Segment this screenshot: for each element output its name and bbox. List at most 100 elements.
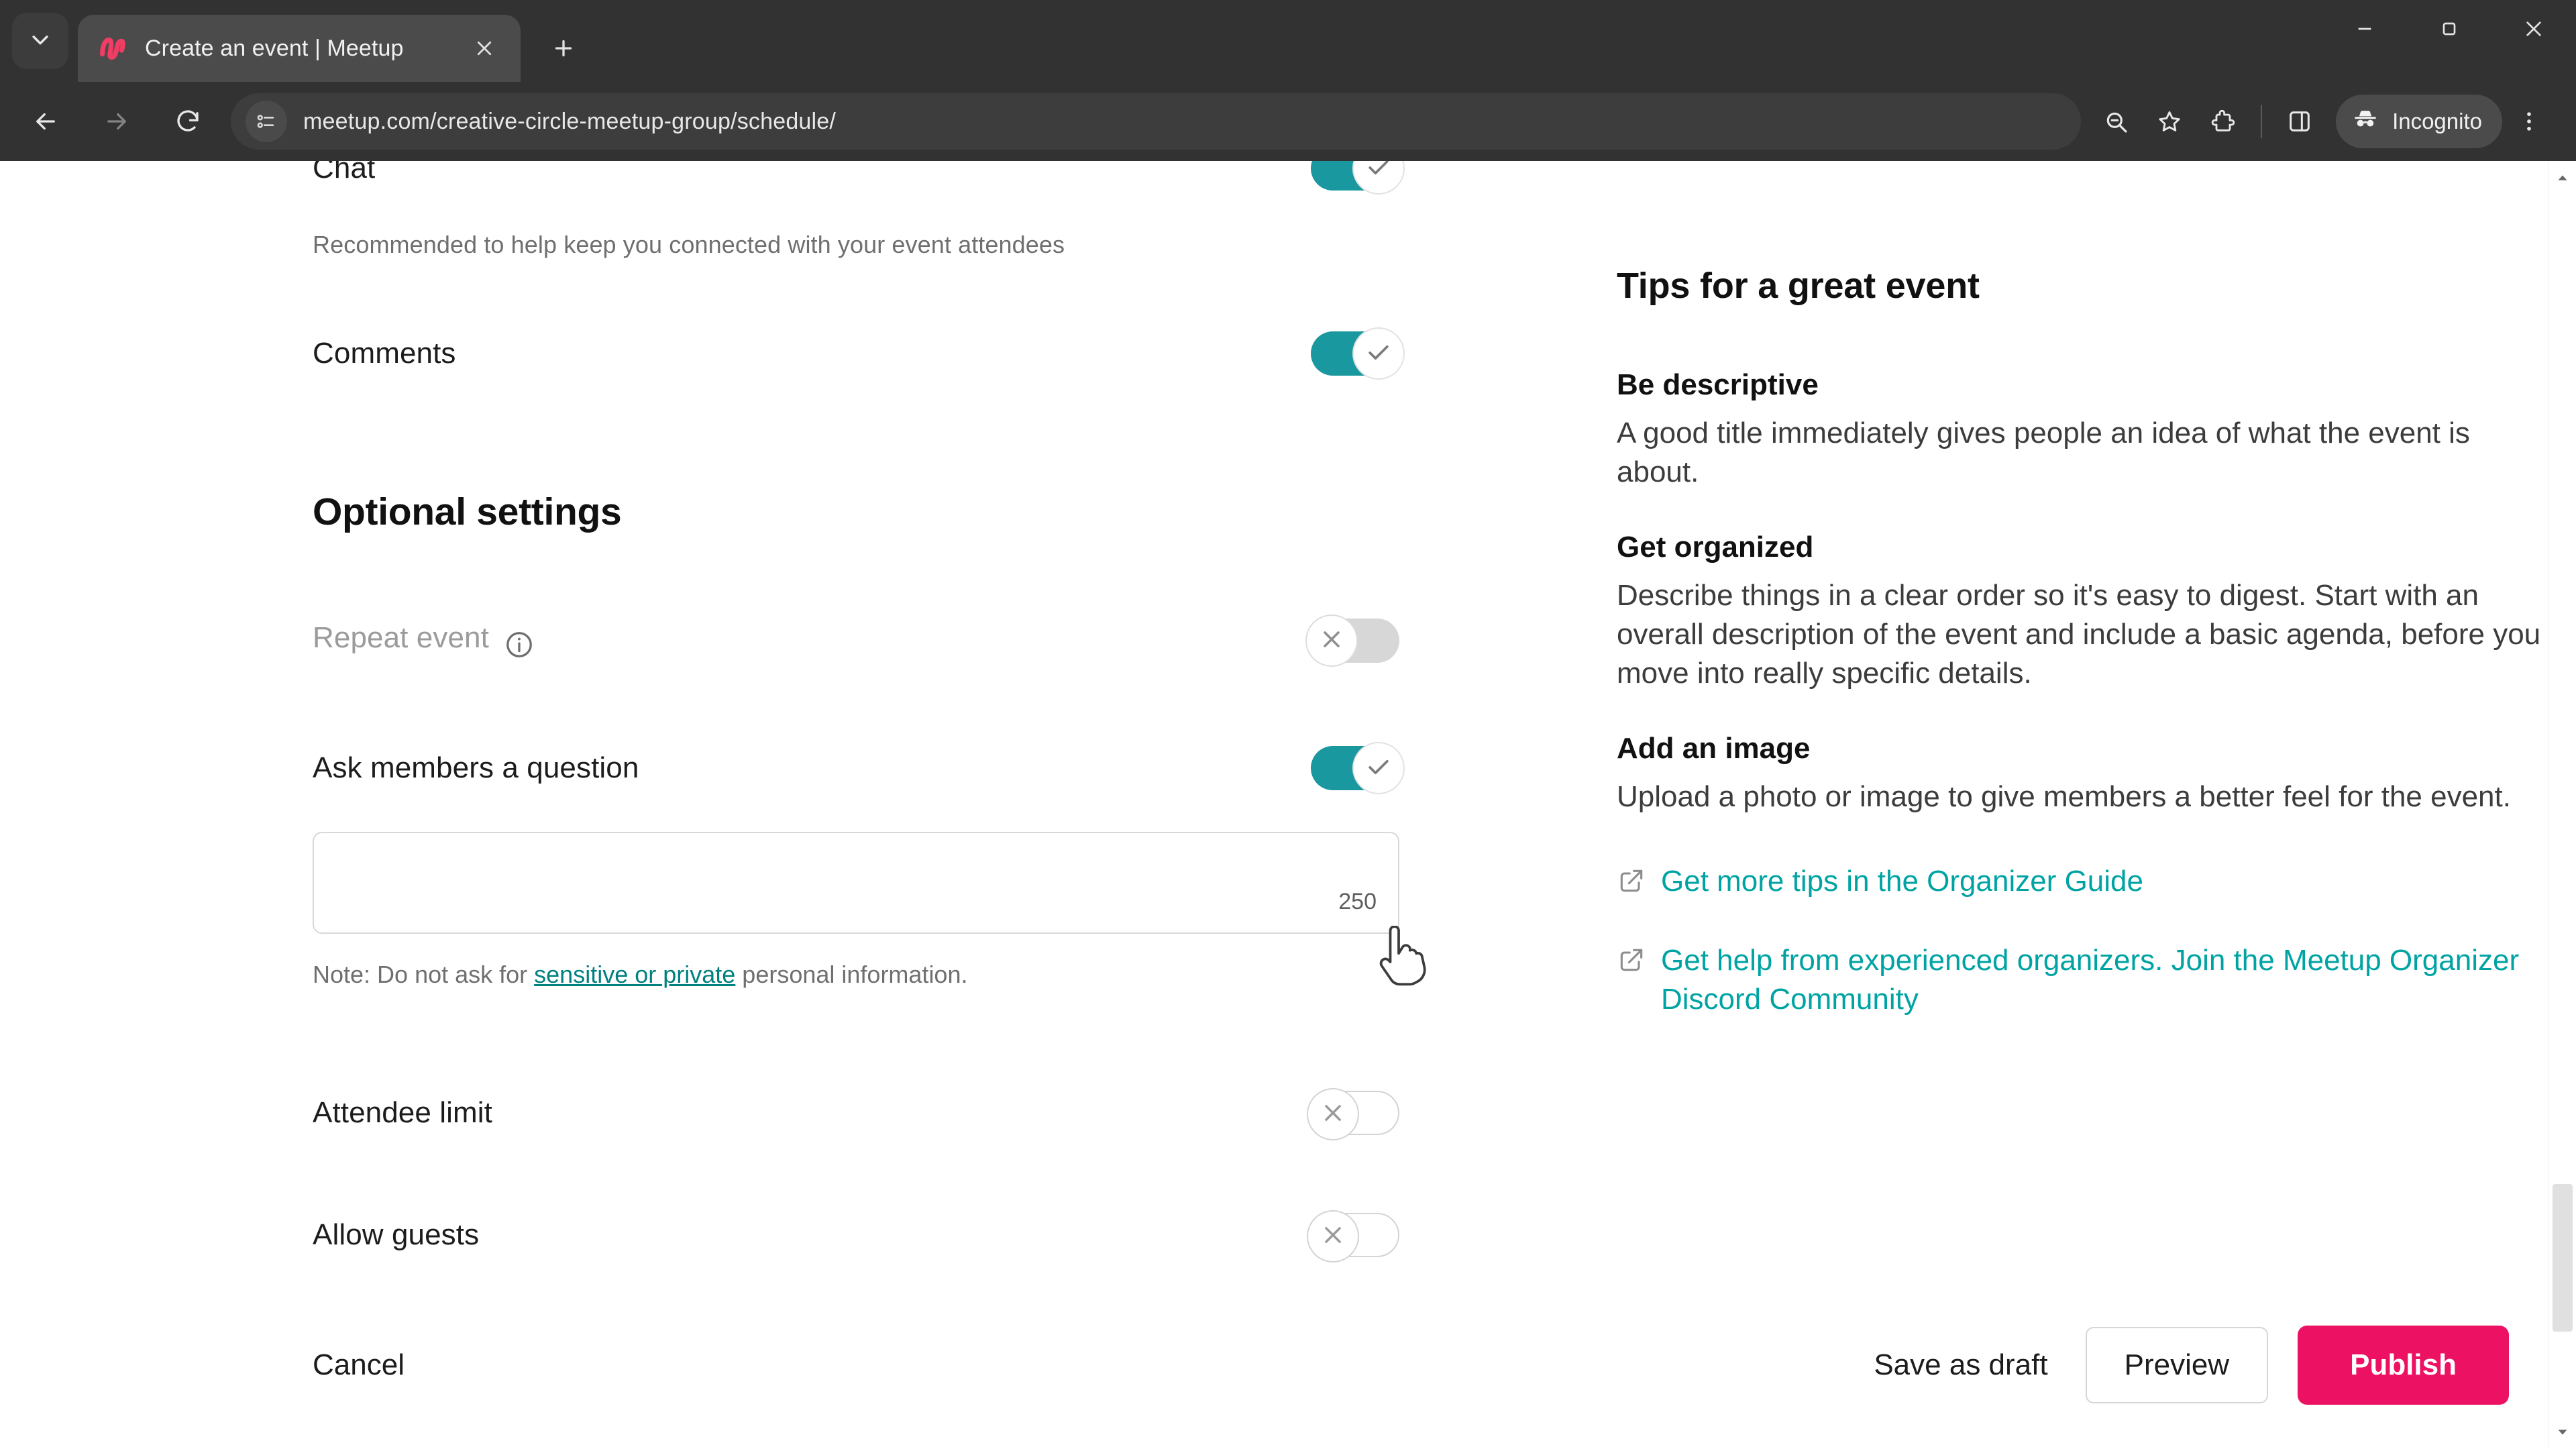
ask-question-row: Ask members a question bbox=[313, 743, 1403, 793]
toggle-knob bbox=[1354, 161, 1403, 193]
tab-title: Create an event | Meetup bbox=[145, 35, 404, 61]
question-textarea-wrapper[interactable]: 250 bbox=[313, 832, 1399, 934]
toggle-knob bbox=[1308, 1089, 1358, 1139]
tip-item: Add an image Upload a photo or image to … bbox=[1617, 732, 2542, 816]
url-text: meetup.com/creative-circle-meetup-group/… bbox=[303, 108, 837, 134]
incognito-icon bbox=[2351, 104, 2392, 139]
check-icon bbox=[1364, 161, 1393, 185]
attendee-limit-row: Attendee limit bbox=[313, 1089, 1399, 1139]
window-close-icon[interactable] bbox=[2491, 0, 2576, 58]
incognito-label: Incognito bbox=[2392, 109, 2482, 133]
comments-toggle[interactable] bbox=[1311, 329, 1403, 378]
organizer-guide-link-text: Get more tips in the Organizer Guide bbox=[1661, 865, 2143, 898]
sensitive-info-link[interactable]: sensitive or private bbox=[534, 961, 735, 988]
reload-icon[interactable] bbox=[160, 93, 216, 150]
repeat-event-label: Repeat event bbox=[313, 621, 489, 655]
ask-question-toggle[interactable] bbox=[1311, 743, 1403, 793]
toggle-knob bbox=[1354, 743, 1403, 793]
three-dot-menu-icon[interactable] bbox=[2502, 95, 2556, 148]
tip-item: Be descriptive A good title immediately … bbox=[1617, 368, 2542, 492]
browser-chrome: Create an event | Meetup meetup.com/crea… bbox=[0, 0, 2576, 161]
optional-settings-heading: Optional settings bbox=[313, 490, 622, 533]
create-event-form: Chat Recommended to help keep you connec… bbox=[0, 161, 2576, 1261]
repeat-event-toggle[interactable] bbox=[1307, 616, 1399, 665]
tip-item: Get organized Describe things in a clear… bbox=[1617, 531, 2542, 693]
toggle-knob bbox=[1354, 329, 1403, 378]
tips-title: Tips for a great event bbox=[1617, 266, 1980, 306]
check-icon bbox=[1364, 752, 1393, 785]
question-input[interactable] bbox=[314, 833, 1398, 932]
scrollbar-thumb[interactable] bbox=[2553, 1184, 2573, 1332]
external-link-icon bbox=[1617, 866, 1646, 906]
back-arrow-icon[interactable] bbox=[17, 93, 74, 150]
tip-body: A good title immediately gives people an… bbox=[1617, 417, 2470, 489]
toggle-knob bbox=[1308, 1212, 1358, 1261]
comments-label: Comments bbox=[313, 337, 456, 370]
toggle-knob bbox=[1307, 616, 1356, 665]
address-bar[interactable]: meetup.com/creative-circle-meetup-group/… bbox=[231, 93, 2082, 150]
footer-actions: Save as draft Preview Publish bbox=[1836, 1326, 2509, 1405]
info-icon[interactable] bbox=[504, 629, 535, 660]
new-tab-button[interactable] bbox=[538, 23, 589, 74]
meetup-logo-icon bbox=[97, 33, 127, 64]
star-icon[interactable] bbox=[2143, 95, 2196, 148]
incognito-badge[interactable]: Incognito bbox=[2336, 95, 2502, 148]
allow-guests-row: Allow guests bbox=[313, 1212, 1399, 1261]
chat-setting-row: Chat bbox=[313, 161, 1403, 193]
tip-heading: Be descriptive bbox=[1617, 368, 1819, 401]
preview-button[interactable]: Preview bbox=[2085, 1327, 2269, 1403]
form-column: Chat Recommended to help keep you connec… bbox=[0, 161, 1617, 1261]
form-footer: Cancel Save as draft Preview Publish bbox=[0, 1281, 2576, 1449]
browser-tab[interactable]: Create an event | Meetup bbox=[78, 15, 521, 82]
window-controls bbox=[2322, 0, 2576, 82]
discord-community-link[interactable]: Get help from experienced organizers. Jo… bbox=[1617, 941, 2542, 1019]
repeat-event-row: Repeat event bbox=[313, 616, 1399, 665]
comments-setting-row: Comments bbox=[313, 329, 1403, 378]
tip-heading: Add an image bbox=[1617, 732, 1811, 765]
tip-body: Upload a photo or image to give members … bbox=[1617, 780, 2511, 814]
scroll-up-arrow-icon[interactable] bbox=[2548, 164, 2576, 192]
note-prefix: Note: Do not ask for bbox=[313, 961, 535, 988]
scroll-down-arrow-icon[interactable] bbox=[2548, 1418, 2576, 1446]
tab-search-button[interactable] bbox=[12, 13, 68, 69]
chat-label: Chat bbox=[313, 161, 376, 184]
ask-question-label: Ask members a question bbox=[313, 751, 639, 784]
note-suffix: personal information. bbox=[735, 961, 968, 988]
tips-panel: Tips for a great event Be descriptive A … bbox=[1617, 161, 2542, 1257]
allow-guests-label: Allow guests bbox=[313, 1218, 480, 1251]
discord-community-link-text: Get help from experienced organizers. Jo… bbox=[1661, 943, 2520, 1016]
chat-helper-text: Recommended to help keep you connected w… bbox=[313, 231, 1065, 258]
close-icon[interactable] bbox=[466, 30, 503, 67]
tip-body: Describe things in a clear order so it's… bbox=[1617, 579, 2541, 690]
check-icon bbox=[1364, 337, 1393, 370]
save-as-draft-button[interactable]: Save as draft bbox=[1836, 1348, 2085, 1382]
page-scrollbar[interactable] bbox=[2548, 161, 2576, 1449]
close-x-icon bbox=[1318, 1220, 1348, 1253]
close-x-icon bbox=[1317, 625, 1346, 657]
repeat-event-label-group: Repeat event bbox=[313, 621, 535, 660]
minimize-icon[interactable] bbox=[2322, 0, 2407, 58]
allow-guests-toggle[interactable] bbox=[1308, 1212, 1399, 1261]
organizer-guide-link[interactable]: Get more tips in the Organizer Guide bbox=[1617, 862, 2542, 906]
forward-arrow-icon[interactable] bbox=[89, 93, 145, 150]
chat-toggle[interactable] bbox=[1311, 161, 1403, 193]
maximize-icon[interactable] bbox=[2407, 0, 2491, 58]
page-info-icon[interactable] bbox=[246, 101, 287, 142]
question-note: Note: Do not ask for sensitive or privat… bbox=[313, 961, 1617, 989]
tab-strip: Create an event | Meetup bbox=[0, 0, 2576, 82]
browser-toolbar: meetup.com/creative-circle-meetup-group/… bbox=[0, 82, 2576, 161]
side-panel-icon[interactable] bbox=[2273, 95, 2326, 148]
toolbar-divider bbox=[2261, 105, 2263, 138]
tip-heading: Get organized bbox=[1617, 531, 1814, 564]
zoom-out-icon[interactable] bbox=[2089, 95, 2143, 148]
attendee-limit-label: Attendee limit bbox=[313, 1096, 492, 1129]
attendee-limit-toggle[interactable] bbox=[1308, 1089, 1399, 1139]
character-counter: 250 bbox=[1338, 889, 1377, 914]
chevron-down-icon bbox=[29, 28, 52, 54]
publish-button[interactable]: Publish bbox=[2298, 1326, 2509, 1405]
page-viewport: Chat Recommended to help keep you connec… bbox=[0, 161, 2576, 1449]
close-x-icon bbox=[1318, 1098, 1348, 1131]
external-link-icon bbox=[1617, 945, 1646, 985]
cancel-button[interactable]: Cancel bbox=[313, 1348, 405, 1382]
extensions-icon[interactable] bbox=[2196, 95, 2250, 148]
